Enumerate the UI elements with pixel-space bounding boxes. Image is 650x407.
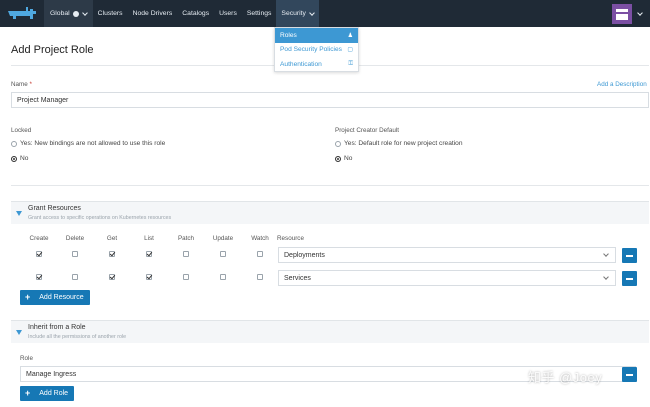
name-label-text: Name [11,81,28,88]
column-header: List [144,235,154,242]
add-role-label: Add Role [39,390,69,397]
globe-icon [72,10,79,17]
caret-down-icon [16,330,22,335]
add-role-button[interactable]: + Add Role [20,386,75,401]
grant-resources-title: Grant Resources [28,205,81,212]
inherit-role-title: Inherit from a Role [28,324,86,331]
remove-resource-button[interactable] [622,271,637,286]
locked-no-label: No [20,155,29,162]
chevron-down-icon [603,251,609,257]
get-checkbox[interactable] [109,274,115,280]
menu-item-label: Roles [280,31,297,39]
list-checkbox[interactable] [146,274,152,280]
resource-select-value: Services [284,274,311,282]
name-label: Name * [11,81,32,88]
menu-item-label: Pod Security Policies [280,46,342,54]
column-header: Watch [251,235,269,242]
radio-icon [335,140,341,147]
role-select-value: Manage Ingress [26,370,77,378]
role-label: Role [20,355,33,362]
nav-catalogs[interactable]: Catalogs [177,0,214,27]
column-header: Delete [65,235,85,242]
page-title: Add Project Role [11,44,94,56]
delete-checkbox[interactable] [72,274,78,280]
list-checkbox[interactable] [146,251,152,257]
add-resource-button[interactable]: + Add Resource [20,290,90,305]
plus-icon: + [25,388,31,398]
security-dropdown: Roles ♟ Pod Security Policies ▢ Authenti… [274,27,359,72]
user-icon: ♟ [347,32,353,39]
column-header: Create [29,235,49,242]
watermark: 知乎 @Joey [528,370,603,385]
nav-clusters[interactable]: Clusters [93,0,128,27]
locked-no-radio[interactable]: No [11,155,28,162]
radio-selected-icon [335,155,341,162]
policy-icon: ▢ [347,47,353,54]
radio-icon [11,140,17,147]
creator-no-radio[interactable]: No [335,155,352,162]
patch-checkbox[interactable] [183,251,189,257]
resource-select[interactable]: Services [278,270,616,286]
menu-item-roles[interactable]: Roles ♟ [275,28,358,43]
name-input[interactable]: Project Manager [11,92,649,108]
menu-item-authentication[interactable]: Authentication ⚿ [275,57,358,72]
creator-yes-radio[interactable]: Yes: Default role for new project creati… [335,140,463,147]
avatar [612,3,632,24]
divider [11,185,649,186]
remove-resource-button[interactable] [622,248,637,263]
plus-icon: + [25,292,31,302]
nav-node-drivers[interactable]: Node Drivers [128,0,178,27]
caret-down-icon [16,211,22,216]
creator-no-label: No [344,155,353,162]
locked-yes-label: Yes: New bindings are not allowed to use… [20,140,166,147]
watch-checkbox[interactable] [257,251,263,257]
add-description-link[interactable]: Add a Description [597,81,647,88]
resource-select-value: Deployments [284,251,325,259]
create-checkbox[interactable] [36,251,42,257]
resource-select[interactable]: Deployments [278,247,616,263]
column-header: Update [212,235,234,242]
nav-users[interactable]: Users [214,0,242,27]
grant-resources-accordion[interactable]: Grant Resources Grant access to specific… [11,201,649,224]
rancher-logo-icon[interactable] [6,5,38,22]
nav-settings[interactable]: Settings [242,0,277,27]
update-checkbox[interactable] [220,274,226,280]
top-nav: Global Clusters Node Drivers Catalogs Us… [0,0,650,27]
remove-role-button[interactable] [622,367,637,382]
key-icon: ⚿ [348,60,353,67]
update-checkbox[interactable] [220,251,226,257]
chevron-down-icon [637,9,643,16]
chevron-down-icon [81,9,88,16]
locked-label: Locked [11,127,32,134]
inherit-role-accordion[interactable]: Inherit from a Role Include all the perm… [11,320,649,343]
menu-item-label: Authentication [280,60,322,68]
watch-checkbox[interactable] [257,274,263,280]
locked-yes-radio[interactable]: Yes: New bindings are not allowed to use… [11,140,165,147]
chevron-down-icon [603,274,609,280]
nav-security-label: Security [281,10,306,17]
patch-checkbox[interactable] [183,274,189,280]
creator-yes-label: Yes: Default role for new project creati… [344,140,463,147]
column-header: Resource [277,235,304,242]
user-menu[interactable] [612,2,648,25]
nav-global[interactable]: Global [44,0,93,27]
create-checkbox[interactable] [36,274,42,280]
grant-resources-subtitle: Grant access to specific operations on K… [28,215,172,221]
column-header: Get [106,235,118,242]
radio-selected-icon [11,155,17,162]
required-mark: * [29,81,32,88]
add-resource-label: Add Resource [39,294,84,301]
inherit-role-subtitle: Include all the permissions of another r… [28,334,127,340]
chevron-down-icon [309,9,315,16]
nav-global-label: Global [50,10,70,17]
delete-checkbox[interactable] [72,251,78,257]
get-checkbox[interactable] [109,251,115,257]
column-header: Patch [177,235,195,242]
nav-security[interactable]: Security [276,0,319,27]
menu-item-pod-security-policies[interactable]: Pod Security Policies ▢ [275,43,358,58]
creator-default-label: Project Creator Default [335,127,400,134]
